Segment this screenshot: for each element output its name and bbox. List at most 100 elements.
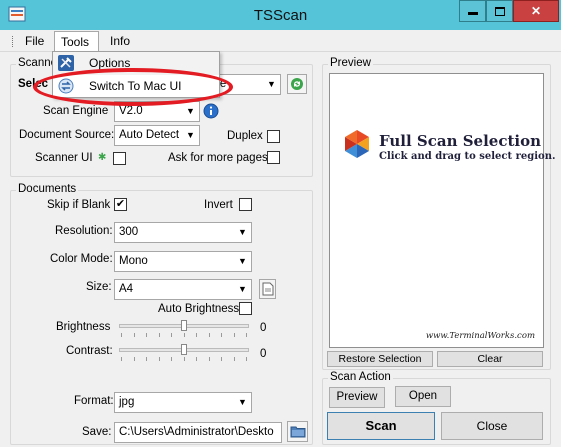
restore-selection-button[interactable]: Restore Selection <box>327 351 433 367</box>
contrast-value: 0 <box>260 348 267 360</box>
resolution-value: 300 <box>119 226 139 238</box>
options-tools-icon <box>58 55 74 71</box>
slider-tick <box>184 357 185 361</box>
size-label: Size: <box>86 281 112 293</box>
menu-tools[interactable]: Tools <box>54 31 99 52</box>
close-icon: ✕ <box>530 4 542 18</box>
color-mode-select[interactable]: Mono ▼ <box>114 251 252 272</box>
chevron-down-icon: ▼ <box>182 126 199 145</box>
info-icon[interactable] <box>203 103 219 119</box>
slider-tick <box>159 333 160 337</box>
scan-button[interactable]: Scan <box>327 412 435 440</box>
preview-group-label: Preview <box>328 57 373 69</box>
preview-logo-subtitle: Click and drag to select region. <box>379 151 556 162</box>
slider-tick <box>171 357 172 361</box>
document-source-label: Document Source: <box>19 129 115 141</box>
slider-tick <box>234 333 235 337</box>
slider-tick <box>146 333 147 337</box>
slider-tick <box>209 357 210 361</box>
slider-tick <box>146 357 147 361</box>
documents-group-label: Documents <box>16 183 79 195</box>
resolution-select[interactable]: 300 ▼ <box>114 222 252 243</box>
slider-tick <box>159 357 160 361</box>
maximize-icon <box>495 7 505 16</box>
brightness-ticks <box>121 333 247 337</box>
full-scan-logo-icon <box>345 130 369 158</box>
contrast-slider-thumb[interactable] <box>181 344 187 355</box>
menu-file[interactable]: File <box>25 34 44 48</box>
slider-tick <box>221 357 222 361</box>
menu-bar: File Tools Info <box>0 30 561 52</box>
contrast-ticks <box>121 357 247 361</box>
size-select[interactable]: A4 ▼ <box>114 279 252 300</box>
auto-brightness-label: Auto Brightness <box>158 303 240 315</box>
resolution-label: Resolution: <box>55 225 113 237</box>
slider-tick <box>196 357 197 361</box>
page-settings-icon <box>262 282 273 296</box>
preview-url: www.TerminalWorks.com <box>425 331 535 341</box>
maximize-button[interactable] <box>486 0 513 22</box>
duplex-label: Duplex <box>227 130 263 142</box>
auto-brightness-checkbox[interactable] <box>239 302 252 315</box>
menu-grip-icon <box>12 36 15 47</box>
brightness-slider-thumb[interactable] <box>181 320 187 331</box>
chevron-down-icon: ▼ <box>263 75 280 94</box>
slider-tick <box>121 357 122 361</box>
switch-ui-icon <box>58 78 74 94</box>
skip-blank-checkbox[interactable]: ✔ <box>114 198 127 211</box>
browse-folder-button[interactable] <box>287 421 308 442</box>
green-dot-icon: ✱ <box>98 152 107 163</box>
format-label: Format: <box>74 395 114 407</box>
slider-tick <box>134 357 135 361</box>
format-value: jpg <box>119 396 135 408</box>
menu-item-switch-label: Switch To Mac UI <box>89 79 182 93</box>
select-scanner-label: Selec <box>18 78 49 90</box>
clear-button[interactable]: Clear <box>437 351 543 367</box>
preview-logo-title: Full Scan Selection <box>379 132 542 150</box>
slider-tick <box>171 333 172 337</box>
checkmark-icon: ✔ <box>115 198 126 210</box>
chevron-down-icon: ▼ <box>182 102 199 121</box>
close-window-button[interactable]: ✕ <box>513 0 559 22</box>
invert-checkbox[interactable] <box>239 198 252 211</box>
document-source-value: Auto Detect <box>119 129 180 141</box>
scan-action-group-label: Scan Action <box>328 371 393 383</box>
folder-icon <box>290 426 305 438</box>
preview-button[interactable]: Preview <box>329 387 385 408</box>
brightness-value: 0 <box>260 322 267 334</box>
custom-size-button[interactable] <box>259 279 276 299</box>
refresh-devices-button[interactable] <box>287 74 307 94</box>
chevron-down-icon: ▼ <box>234 393 251 412</box>
color-mode-value: Mono <box>119 255 148 267</box>
scan-engine-select[interactable]: V2.0 ▼ <box>114 101 200 122</box>
scanner-ui-label: Scanner UI <box>35 152 93 164</box>
minimize-icon <box>468 12 478 15</box>
close-button[interactable]: Close <box>441 412 543 440</box>
menu-item-options[interactable]: Options <box>53 52 219 74</box>
menu-info[interactable]: Info <box>110 34 130 48</box>
slider-tick <box>209 333 210 337</box>
slider-tick <box>121 333 122 337</box>
document-source-select[interactable]: Auto Detect ▼ <box>114 125 200 146</box>
slider-tick <box>246 357 247 361</box>
duplex-checkbox[interactable] <box>267 130 280 143</box>
contrast-label: Contrast: <box>66 345 113 357</box>
slider-tick <box>184 333 185 337</box>
brightness-label: Brightness <box>56 321 111 333</box>
menu-item-options-label: Options <box>89 56 131 70</box>
tsscan-window: TSScan ✕ File Tools Info Scanne Selec ft… <box>0 0 561 447</box>
open-button[interactable]: Open <box>395 386 451 407</box>
minimize-button[interactable] <box>459 0 486 22</box>
menu-item-switch-to-mac-ui[interactable]: Switch To Mac UI <box>53 75 219 97</box>
preview-canvas[interactable]: Full Scan Selection Click and drag to se… <box>329 73 555 348</box>
chevron-down-icon: ▼ <box>234 252 251 271</box>
scanner-ui-checkbox[interactable] <box>113 152 126 165</box>
invert-label: Invert <box>204 199 233 211</box>
save-path-input[interactable]: C:\Users\Administrator\Deskto <box>114 422 282 443</box>
save-label: Save: <box>82 426 112 438</box>
title-bar[interactable]: TSScan ✕ <box>0 0 561 30</box>
format-select[interactable]: jpg ▼ <box>114 392 252 413</box>
slider-tick <box>134 333 135 337</box>
ask-more-pages-checkbox[interactable] <box>267 151 280 164</box>
scan-engine-value: V2.0 <box>119 105 143 117</box>
